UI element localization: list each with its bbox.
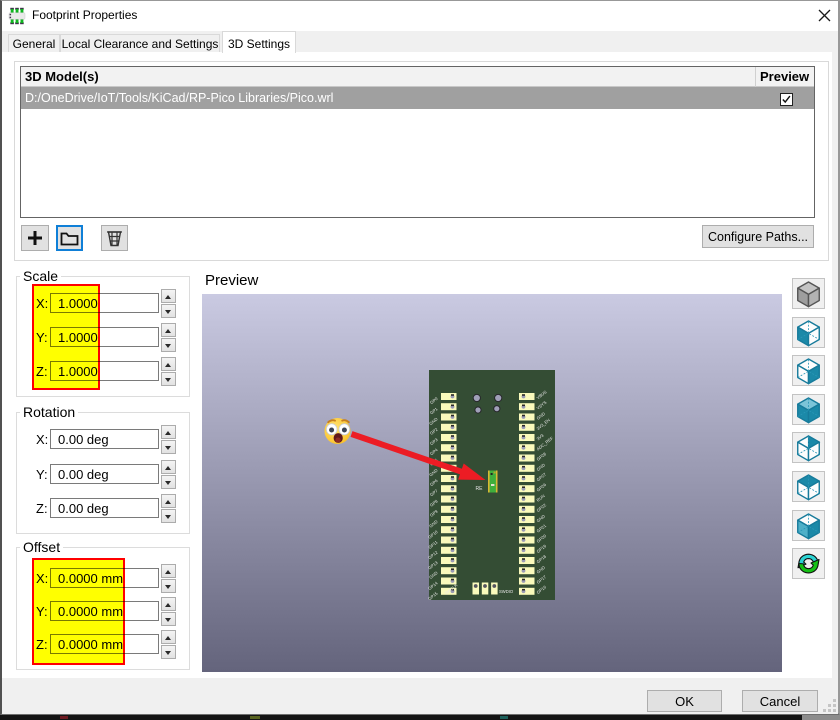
svg-text:RE: RE xyxy=(476,486,484,492)
svg-text:SWDIO: SWDIO xyxy=(499,589,514,594)
